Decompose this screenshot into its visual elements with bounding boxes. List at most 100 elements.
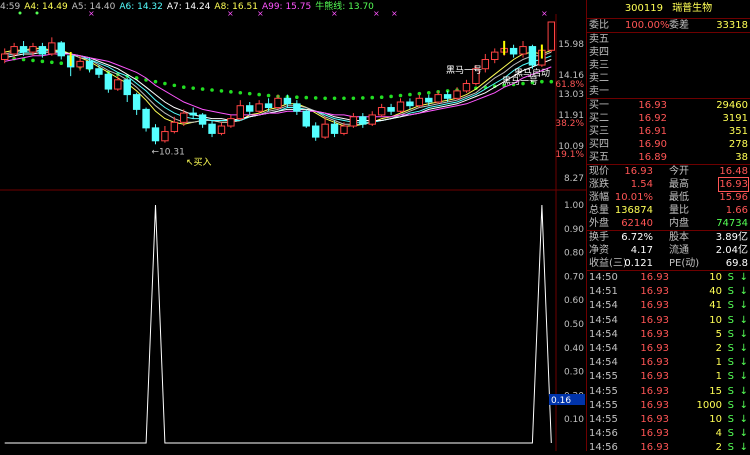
tick-side: S: [727, 399, 734, 411]
tick-volume: 5: [715, 328, 722, 340]
price-axis-label: 8.27: [564, 174, 584, 184]
tick-side: S: [727, 300, 734, 312]
bull-bear-dot: [351, 96, 356, 101]
indicator-axis-label: 0.50: [564, 320, 584, 330]
candle-body: [161, 131, 169, 142]
tick-volume: 1: [715, 357, 722, 369]
tick-volume: 2: [715, 442, 722, 454]
tick-time: 14:56: [589, 428, 618, 440]
top-dot: [35, 11, 39, 15]
stat-value: 15.96: [719, 192, 748, 203]
bull-bear-dot: [238, 90, 243, 95]
candle-body: [57, 42, 65, 57]
fundamental-label: 收益(三): [589, 258, 627, 269]
tick-arrow-icon: ↓: [739, 428, 748, 440]
tick-volume: 1: [715, 371, 722, 383]
tick-row: 14:54 16.93 41 S ↓: [587, 299, 750, 313]
tick-list[interactable]: 14:50 16.93 10 S ↓ 14:51 16.93 40 S ↓ 14:54 16.93 41…: [587, 270, 750, 455]
stat-label: 涨幅: [589, 192, 609, 203]
candle-body: [547, 21, 556, 51]
tick-price: 16.93: [640, 413, 669, 425]
candle-body: [302, 110, 310, 127]
candle-body: [283, 97, 292, 105]
bull-bear-dot: [342, 96, 346, 101]
tick-arrow-icon: ↓: [739, 286, 748, 298]
tick-time: 14:54: [589, 357, 618, 369]
weibi-value: 100.00%: [625, 20, 670, 31]
tick-arrow-icon: ↓: [739, 371, 748, 383]
stat-label: 量比: [669, 205, 689, 216]
candle-body: [10, 46, 18, 55]
fundamental-row: 换手 6.72% 股本 3.89亿: [587, 231, 750, 244]
bull-bear-dot: [229, 90, 233, 94]
ask-level: 卖四: [587, 46, 750, 59]
fundamental-value: 69.8: [725, 258, 748, 269]
signal-bar: [503, 40, 506, 55]
fundamental-label: PE(动): [669, 258, 700, 269]
indicator-axis-label: 0.10: [564, 415, 584, 425]
stat-value: 16.93: [718, 177, 749, 192]
candle-body: [151, 127, 160, 142]
tick-time: 14:50: [589, 272, 618, 283]
candle-body: [255, 103, 263, 112]
kline-svg[interactable]: × × × × × × ×←10.31↖买入黑马一号 黑马启动黑马一号15.9814.1613…: [0, 0, 586, 451]
indicator-axis-label: 0.40: [564, 344, 584, 354]
fundamental-value: 2.04亿: [715, 245, 748, 256]
stat-label: 最低: [669, 192, 689, 203]
signal-label-3: 黑马一号: [502, 76, 538, 87]
tick-row: 14:55 16.93 1000 S ↓: [587, 399, 750, 413]
price-axis-label: 19.1%: [555, 150, 584, 160]
stat-value: 16.48: [719, 166, 748, 177]
bull-bear-dot: [219, 89, 224, 93]
kline-chart-area[interactable]: 4:59 A4: 14.49 A5: 14.40 A6: 14.32 A7: 14.24…: [0, 0, 586, 451]
tick-time: 14:56: [589, 442, 618, 454]
candle-body: [340, 125, 348, 134]
indicator-axis-label: 1.00: [564, 201, 584, 211]
bull-bear-dot: [31, 58, 35, 63]
tick-arrow-icon: ↓: [739, 442, 748, 454]
bull-bear-dot: [549, 79, 554, 84]
candle-body: [274, 97, 282, 109]
bull-bear-dot: [191, 86, 195, 90]
tick-volume: 40: [709, 286, 722, 298]
candle-body: [170, 121, 179, 133]
weicha-label: 委差: [669, 20, 689, 31]
indicator-axis-label: 0.30: [564, 368, 584, 378]
ask-level: 卖一: [587, 85, 750, 98]
indicator-line: [4, 204, 552, 444]
tick-time: 14:54: [589, 314, 618, 326]
candle-body: [377, 107, 386, 116]
tick-row: 14:55 16.93 15 S ↓: [587, 385, 750, 399]
bull-bear-dot: [361, 96, 365, 100]
fundamental-row: 收益(三) 0.121 PE(动) 69.8: [587, 257, 750, 270]
bid-level: 买一 16.93 29460: [587, 99, 750, 112]
tick-time: 14:54: [589, 328, 618, 340]
tick-row: 14:54 16.93 2 S ↓: [587, 342, 750, 356]
tick-price: 16.93: [640, 428, 669, 440]
quote-panel: 300119 瑞普生物 委比 100.00% 委差 33318 卖五 卖四 卖三 卖二…: [587, 0, 750, 453]
signal-bar: [69, 51, 72, 66]
low-price-label: ←10.31: [151, 147, 184, 157]
candle-body: [453, 90, 461, 99]
stat-row: 现价 16.93 今开 16.48: [587, 165, 750, 178]
bull-bear-dot: [40, 59, 45, 64]
bull-bear-dot: [304, 95, 309, 100]
candle-body: [519, 46, 527, 55]
candle-body: [38, 46, 47, 55]
tick-time: 14:54: [589, 300, 618, 312]
tick-arrow-icon: ↓: [739, 272, 748, 283]
tick-volume: 15: [709, 385, 722, 397]
stat-row: 总量 136874 量比 1.66: [587, 204, 750, 217]
tick-time: 14:54: [589, 342, 618, 354]
ask-label: 卖一: [589, 86, 609, 97]
bull-bear-dot: [266, 93, 271, 98]
buy-book: 买一 16.93 29460 买二 16.92 3191 买三 16.91 351 买四 16.90…: [587, 98, 750, 164]
stat-label: 最高: [669, 179, 689, 190]
candle-body: [443, 94, 452, 99]
tick-price: 16.93: [640, 300, 669, 312]
tick-row: 14:56 16.93 4 S ↓: [587, 427, 750, 441]
indicator-axis-label: 0.60: [564, 296, 584, 306]
fundamental-label: 股本: [669, 232, 689, 243]
top-marker: ×: [373, 9, 380, 18]
tick-time: 14:55: [589, 413, 618, 425]
